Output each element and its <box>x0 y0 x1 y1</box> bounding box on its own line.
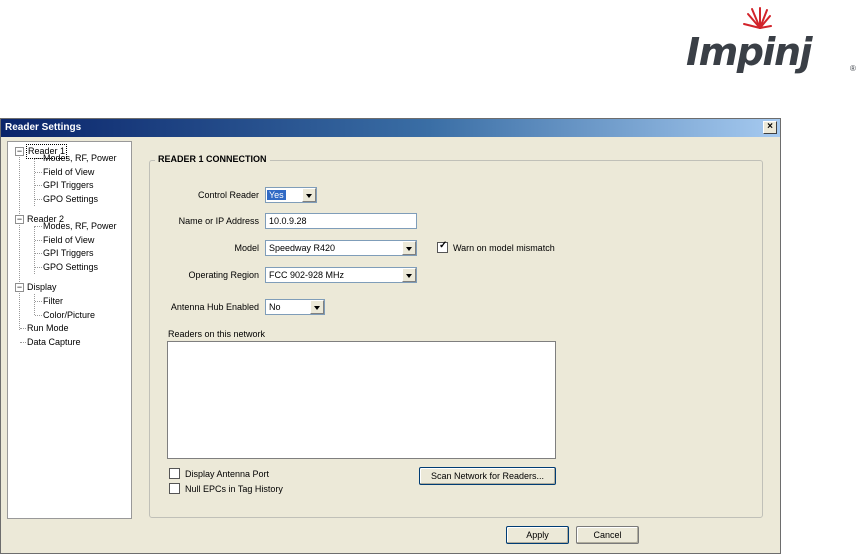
tree-item-color-picture[interactable]: Color/Picture <box>43 309 95 322</box>
tree-line <box>34 294 35 315</box>
region-label: Operating Region <box>188 270 259 280</box>
null-epcs-label: Null EPCs in Tag History <box>185 484 283 494</box>
hub-value: No <box>269 302 281 312</box>
tree-line <box>35 185 42 186</box>
chevron-down-icon[interactable] <box>302 188 316 202</box>
logo-text: Impinj <box>686 30 813 74</box>
tree-line <box>35 315 42 316</box>
tree-line <box>35 158 42 159</box>
chevron-down-icon[interactable] <box>402 241 416 255</box>
display-antenna-label: Display Antenna Port <box>185 469 270 479</box>
readers-list-label: Readers on this network <box>168 329 266 339</box>
control-reader-label: Control Reader <box>197 190 259 200</box>
collapse-icon[interactable]: − <box>15 147 24 156</box>
tree-item-display[interactable]: Display <box>27 281 57 294</box>
hub-label: Antenna Hub Enabled <box>170 302 259 312</box>
tree-item-modes-rf-power[interactable]: Modes, RF, Power <box>43 152 117 165</box>
cancel-button[interactable]: Cancel <box>576 526 639 544</box>
reader-settings-dialog: Reader Settings × − Reader 1 Modes, RF, … <box>0 118 781 554</box>
settings-tree[interactable]: − Reader 1 Modes, RF, Power Field of Vie… <box>7 141 132 519</box>
tree-line <box>35 226 42 227</box>
model-select[interactable]: Speedway R420 <box>265 240 417 256</box>
tree-line <box>19 152 20 330</box>
name-ip-label: Name or IP Address <box>178 216 259 226</box>
close-button[interactable]: × <box>763 121 777 134</box>
model-value: Speedway R420 <box>269 243 336 253</box>
chevron-down-icon[interactable] <box>402 268 416 282</box>
chevron-down-icon[interactable] <box>310 300 324 314</box>
tree-line <box>35 301 42 302</box>
reader-connection-group <box>149 160 763 518</box>
tree-item-data-capture[interactable]: Data Capture <box>27 336 81 349</box>
collapse-icon[interactable]: − <box>15 215 24 224</box>
tree-line <box>35 199 42 200</box>
group-title: READER 1 CONNECTION <box>155 154 270 164</box>
tree-line <box>35 172 42 173</box>
tree-item-gpi-triggers[interactable]: GPI Triggers <box>43 179 94 192</box>
apply-button[interactable]: Apply <box>506 526 569 544</box>
display-antenna-checkbox[interactable] <box>169 468 180 479</box>
impinj-logo: Impinj ® <box>686 6 856 76</box>
title-bar[interactable]: Reader Settings × <box>1 119 780 137</box>
control-reader-value: Yes <box>267 190 286 200</box>
tree-item-gpo-settings[interactable]: GPO Settings <box>43 193 98 206</box>
tree-item-run-mode[interactable]: Run Mode <box>27 322 69 335</box>
tree-line <box>35 267 42 268</box>
tree-line <box>20 342 26 343</box>
tree-item-gpi-triggers[interactable]: GPI Triggers <box>43 247 94 260</box>
tree-line <box>20 328 26 329</box>
window-title: Reader Settings <box>5 122 82 133</box>
tree-item-modes-rf-power[interactable]: Modes, RF, Power <box>43 220 117 233</box>
tree-item-filter[interactable]: Filter <box>43 295 63 308</box>
warn-mismatch-label: Warn on model mismatch <box>453 243 555 253</box>
warn-mismatch-checkbox[interactable] <box>437 240 448 253</box>
tree-item-field-of-view[interactable]: Field of View <box>43 166 94 179</box>
tree-item-gpo-settings[interactable]: GPO Settings <box>43 261 98 274</box>
region-select[interactable]: FCC 902-928 MHz <box>265 267 417 283</box>
readers-list[interactable] <box>167 341 556 459</box>
control-reader-select[interactable]: Yes <box>265 187 317 203</box>
tree-line <box>35 253 42 254</box>
name-ip-input[interactable]: 10.0.9.28 <box>265 213 417 229</box>
null-epcs-checkbox[interactable] <box>169 483 180 494</box>
model-label: Model <box>234 243 259 253</box>
collapse-icon[interactable]: − <box>15 283 24 292</box>
hub-select[interactable]: No <box>265 299 325 315</box>
registered-mark: ® <box>850 64 856 73</box>
tree-item-field-of-view[interactable]: Field of View <box>43 234 94 247</box>
tree-line <box>35 240 42 241</box>
scan-network-button[interactable]: Scan Network for Readers... <box>419 467 556 485</box>
region-value: FCC 902-928 MHz <box>269 270 345 280</box>
